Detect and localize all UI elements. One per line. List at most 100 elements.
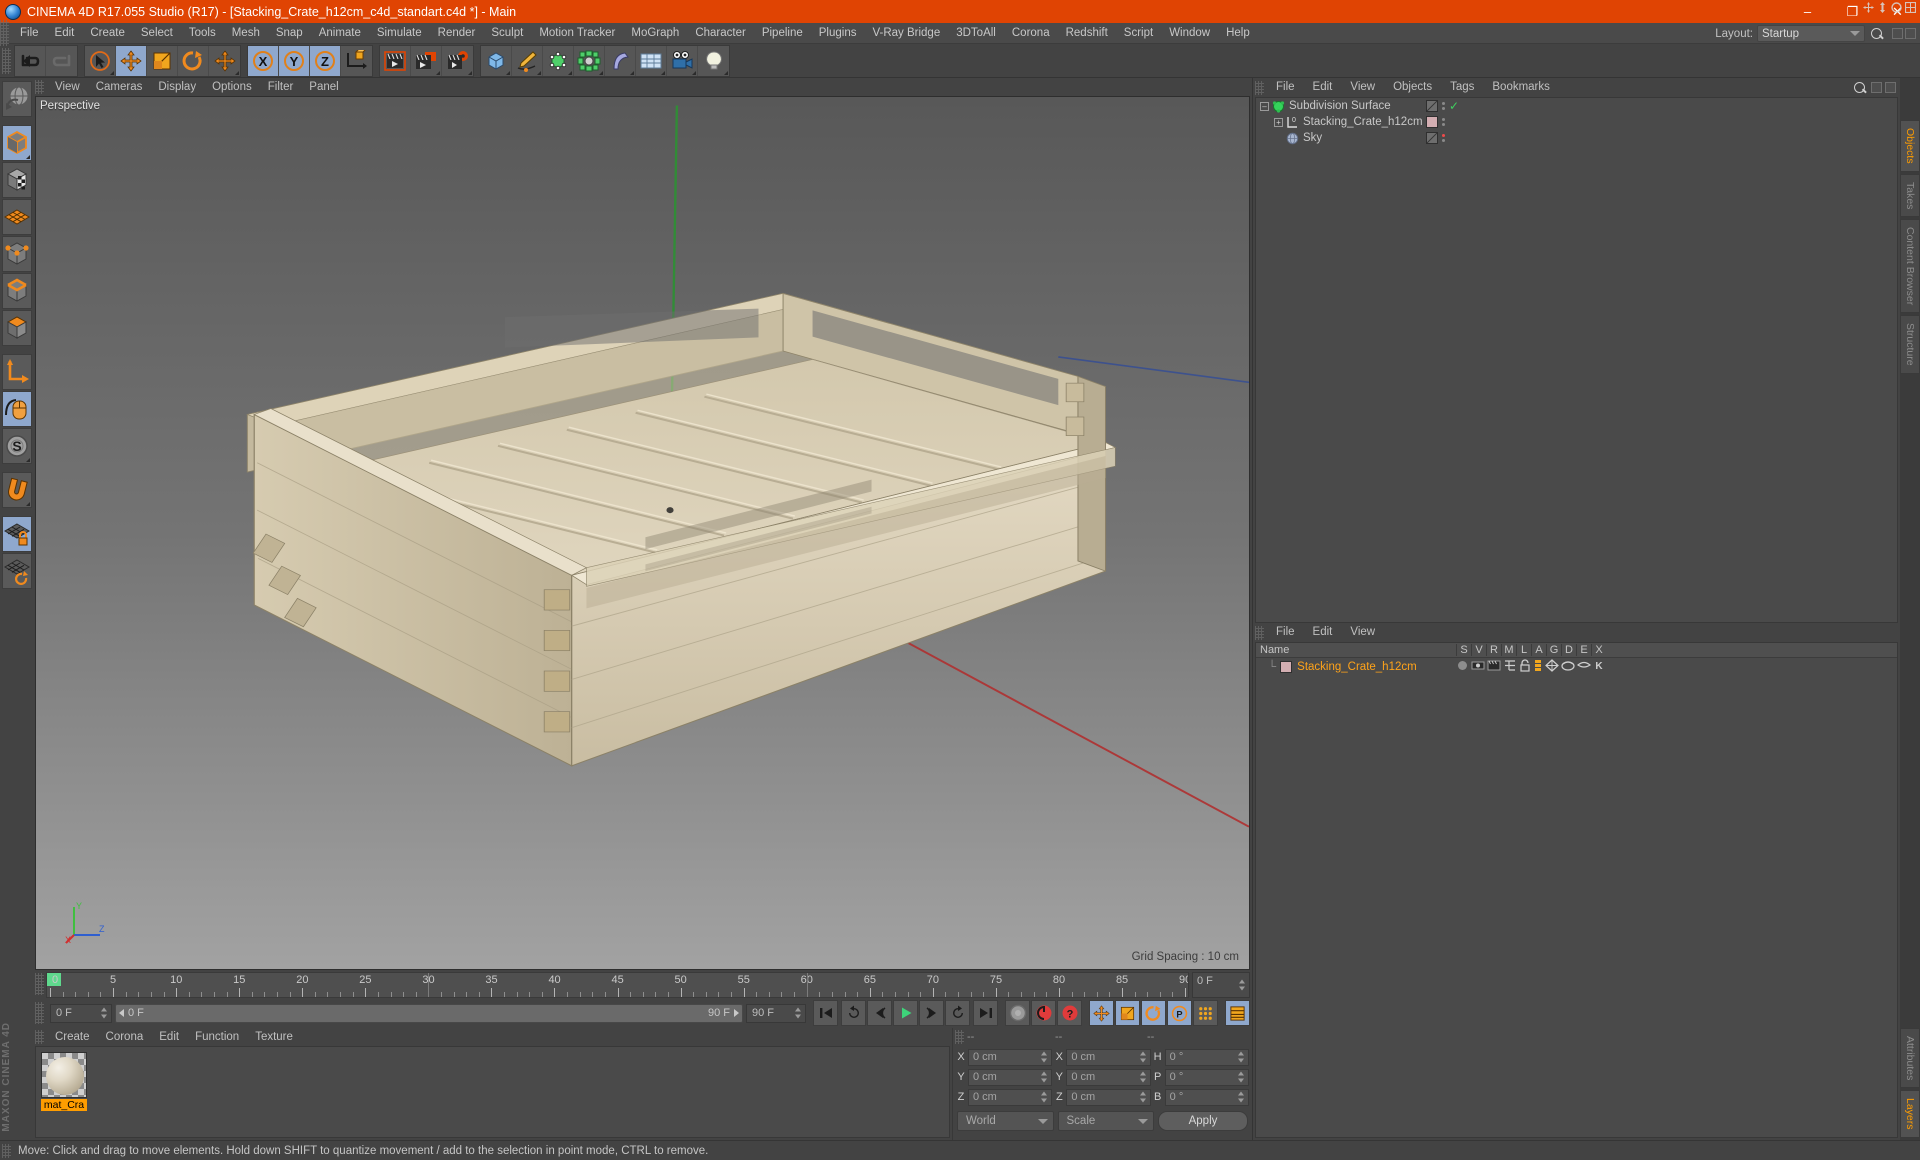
- object-manager-grip[interactable]: [1255, 80, 1264, 95]
- menu-create[interactable]: Create: [82, 23, 133, 44]
- tab-objects[interactable]: Objects: [1900, 120, 1920, 172]
- deformer-button[interactable]: [605, 45, 636, 76]
- spinner-icon[interactable]: [1237, 1051, 1245, 1063]
- object-menu-view[interactable]: View: [1341, 78, 1384, 97]
- model-mode-button[interactable]: [1, 125, 32, 161]
- layer-table-row[interactable]: └ Stacking_Crate_h12cm K: [1256, 658, 1897, 675]
- render-view-button[interactable]: [380, 45, 411, 76]
- menu-pipeline[interactable]: Pipeline: [754, 23, 811, 44]
- points-mode-button[interactable]: [1, 236, 32, 272]
- menu-select[interactable]: Select: [133, 23, 181, 44]
- menu-script[interactable]: Script: [1116, 23, 1161, 44]
- size-mode-dropdown[interactable]: Scale: [1057, 1111, 1154, 1131]
- solo-dot-icon[interactable]: [1456, 659, 1469, 675]
- object-row-subdivision-surface[interactable]: – Subdivision Surface ✓: [1256, 98, 1897, 114]
- material-menu-function[interactable]: Function: [187, 1028, 247, 1046]
- toolbar-grip-handle[interactable]: [2, 47, 11, 74]
- rotation-p-input[interactable]: 0 °: [1164, 1068, 1249, 1086]
- timeline-frame-display[interactable]: 0 F: [1192, 972, 1250, 998]
- preview-end-input[interactable]: 90 F: [746, 1003, 806, 1023]
- sky-status-dots-icon[interactable]: [1442, 134, 1445, 142]
- object-menu-file[interactable]: File: [1267, 78, 1304, 97]
- spinner-icon[interactable]: [1239, 979, 1246, 991]
- scrub-right-arrow-icon[interactable]: [734, 1009, 739, 1017]
- menu-sculpt[interactable]: Sculpt: [483, 23, 531, 44]
- go-to-end-button[interactable]: [973, 1000, 998, 1026]
- object-row-stacking-crate[interactable]: + 0 Stacking_Crate_h12cm: [1256, 114, 1897, 130]
- layer-color-swatch[interactable]: [1280, 660, 1293, 673]
- move-tool[interactable]: [116, 45, 147, 76]
- expression-icon[interactable]: [1576, 659, 1592, 675]
- menu-motion-tracker[interactable]: Motion Tracker: [531, 23, 623, 44]
- menu-redshift[interactable]: Redshift: [1058, 23, 1116, 44]
- magnet-tool-button[interactable]: [1, 472, 32, 508]
- expand-layout-button[interactable]: [1905, 28, 1916, 39]
- search-icon[interactable]: [1869, 26, 1885, 42]
- menu-window[interactable]: Window: [1161, 23, 1218, 44]
- environment-button[interactable]: [636, 45, 667, 76]
- viewport-zoom-icon[interactable]: [1877, 2, 1888, 13]
- position-x-input[interactable]: 0 cm: [968, 1048, 1053, 1066]
- menu-3dtoall[interactable]: 3DToAll: [948, 23, 1004, 44]
- coordinate-system-dropdown[interactable]: World: [957, 1111, 1054, 1131]
- viewport-solo-button[interactable]: [1, 391, 32, 427]
- object-row-sky[interactable]: Sky: [1256, 130, 1897, 146]
- object-menu-edit[interactable]: Edit: [1304, 78, 1342, 97]
- light-button[interactable]: [698, 45, 729, 76]
- keyframe-selection-button[interactable]: ?: [1057, 1000, 1082, 1026]
- viewport-menu-display[interactable]: Display: [150, 78, 204, 96]
- texture-mode-button[interactable]: [1, 162, 32, 198]
- spinner-icon[interactable]: [1237, 1071, 1245, 1083]
- viewport-rotate-icon[interactable]: [1891, 2, 1902, 13]
- material-tag-icon[interactable]: [1426, 116, 1438, 128]
- live-selection-tool[interactable]: [85, 45, 116, 76]
- viewport-menu-view[interactable]: View: [47, 78, 88, 96]
- lock-y-axis[interactable]: Y: [279, 45, 310, 76]
- material-list[interactable]: mat_Cra: [35, 1046, 950, 1138]
- layer-manager-grip[interactable]: [1255, 625, 1264, 640]
- autokeying-button[interactable]: [1031, 1000, 1056, 1026]
- menu-file[interactable]: File: [12, 23, 47, 44]
- menu-vray-bridge[interactable]: V-Ray Bridge: [864, 23, 948, 44]
- object-menu-objects[interactable]: Objects: [1384, 78, 1441, 97]
- timeline-button[interactable]: [1225, 1000, 1250, 1026]
- object-axis-button[interactable]: [1, 354, 32, 390]
- search-icon[interactable]: [1852, 80, 1868, 96]
- step-forward-button[interactable]: [919, 1000, 944, 1026]
- object-tree-area[interactable]: – Subdivision Surface ✓ + 0 Stacking_Cra…: [1255, 97, 1898, 623]
- spinner-icon[interactable]: [1041, 1051, 1048, 1063]
- viewport-grip-handle[interactable]: [35, 80, 44, 94]
- apply-button[interactable]: Apply: [1158, 1111, 1248, 1131]
- layer-menu-file[interactable]: File: [1267, 623, 1304, 642]
- go-to-start-button[interactable]: [813, 1000, 838, 1026]
- position-y-input[interactable]: 0 cm: [968, 1068, 1053, 1086]
- menu-plugins[interactable]: Plugins: [811, 23, 865, 44]
- lock-x-axis[interactable]: X: [248, 45, 279, 76]
- parameter-key-button[interactable]: P: [1167, 1000, 1192, 1026]
- spinner-icon[interactable]: [1041, 1071, 1048, 1083]
- material-menu-create[interactable]: Create: [47, 1028, 98, 1046]
- workplane-mode-button[interactable]: [1, 199, 32, 235]
- menu-mesh[interactable]: Mesh: [224, 23, 268, 44]
- timeline-scrubber[interactable]: 0 F 90 F: [115, 1003, 743, 1023]
- tab-takes[interactable]: Takes: [1900, 173, 1920, 218]
- rotation-h-input[interactable]: 0 °: [1164, 1048, 1249, 1066]
- unlock-icon[interactable]: [1519, 658, 1531, 675]
- material-menu-corona[interactable]: Corona: [98, 1028, 152, 1046]
- tab-content-browser[interactable]: Content Browser: [1900, 219, 1920, 314]
- spinner-icon[interactable]: [1139, 1051, 1147, 1063]
- timeline-ruler[interactable]: 051015202530354045505560657075808590: [46, 972, 1189, 998]
- undo-view-button[interactable]: [1, 81, 32, 117]
- workplane-rotate-button[interactable]: [1, 553, 32, 589]
- menu-corona[interactable]: Corona: [1004, 23, 1058, 44]
- visible-eye-icon[interactable]: [1471, 659, 1485, 675]
- tab-attributes[interactable]: Attributes: [1900, 1028, 1920, 1089]
- timeline-grip-handle[interactable]: [35, 973, 44, 995]
- edges-mode-button[interactable]: [1, 273, 32, 309]
- rotation-key-button[interactable]: [1141, 1000, 1166, 1026]
- object-manager-maximize-button[interactable]: [1885, 82, 1896, 93]
- expander-minus-icon[interactable]: –: [1260, 101, 1269, 111]
- viewport-pan-icon[interactable]: [1863, 2, 1874, 13]
- menu-grip-handle[interactable]: [0, 20, 9, 46]
- redo-button[interactable]: [46, 45, 77, 76]
